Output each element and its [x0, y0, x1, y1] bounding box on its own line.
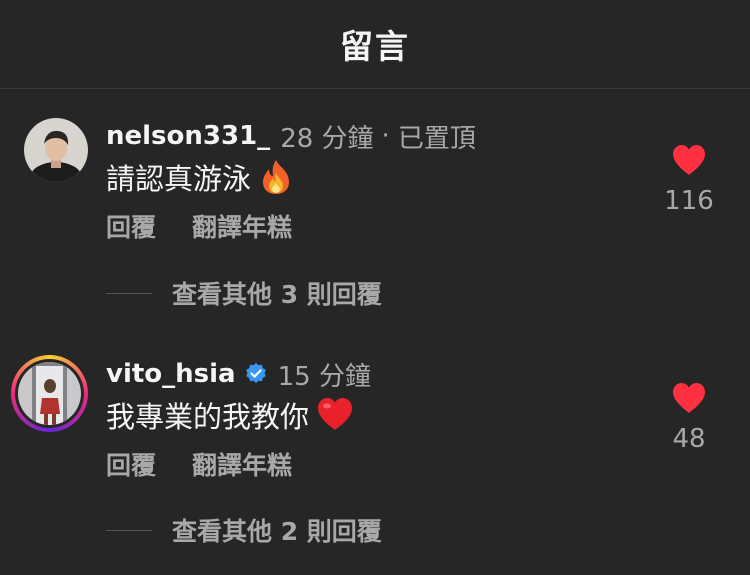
comment-actions: 回覆 翻譯年糕	[106, 208, 292, 244]
page-title: 留言	[340, 27, 410, 66]
red-heart-icon	[317, 397, 353, 433]
avatar[interactable]	[11, 355, 88, 432]
heart-icon[interactable]	[671, 144, 707, 176]
divider	[106, 529, 152, 531]
avatar[interactable]	[24, 118, 88, 182]
comment-meta: vito_hsia 15 分鐘	[106, 354, 371, 394]
verified-badge-icon	[244, 362, 268, 386]
comment-text: 我專業的我教你	[106, 394, 353, 436]
comment-body: 我專業的我教你	[106, 400, 310, 434]
separator-dot: ·	[381, 121, 390, 151]
pinned-label: 已置頂	[397, 123, 476, 154]
comment-text: 請認真游泳	[106, 156, 293, 198]
translate-button[interactable]: 翻譯年糕	[192, 446, 292, 482]
view-replies-button[interactable]: 查看其他 2 則回覆	[106, 512, 382, 548]
view-replies-button[interactable]: 查看其他 3 則回覆	[106, 275, 382, 311]
like-count: 48	[672, 424, 706, 454]
username[interactable]: nelson331_	[106, 121, 270, 151]
timestamp: 28 分鐘	[280, 123, 374, 154]
comment-meta: nelson331_ 28 分鐘 · 已置頂	[106, 116, 476, 156]
comment-actions: 回覆 翻譯年糕	[106, 446, 292, 482]
heart-icon[interactable]	[671, 382, 707, 414]
like-button[interactable]: 48	[664, 382, 714, 454]
like-count: 116	[664, 186, 714, 216]
translate-button[interactable]: 翻譯年糕	[192, 208, 292, 244]
reply-button[interactable]: 回覆	[106, 446, 156, 482]
view-replies-label: 查看其他 2 則回覆	[172, 517, 382, 546]
username[interactable]: vito_hsia	[106, 359, 236, 389]
comment-body: 請認真游泳	[106, 162, 252, 196]
reply-button[interactable]: 回覆	[106, 208, 156, 244]
view-replies-label: 查看其他 3 則回覆	[172, 280, 382, 309]
timestamp: 15 分鐘	[277, 361, 371, 392]
like-button[interactable]: 116	[664, 144, 714, 216]
divider	[106, 292, 152, 294]
header: 留言	[0, 0, 750, 89]
fire-icon	[259, 159, 293, 195]
